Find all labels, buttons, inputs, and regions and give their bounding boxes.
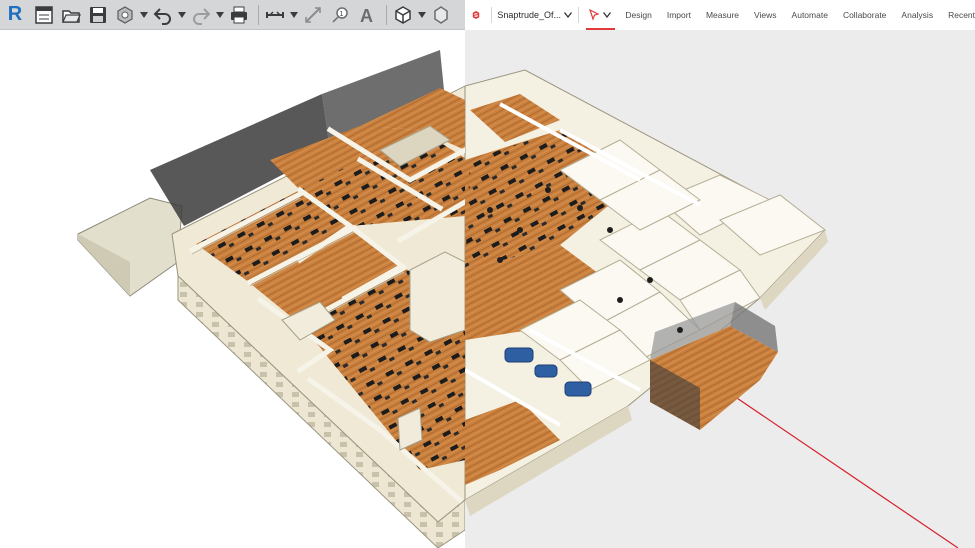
- print-icon[interactable]: [227, 3, 251, 27]
- menu-automate[interactable]: Automate: [792, 10, 828, 20]
- revit-quick-access-toolbar: R 1 A: [0, 0, 465, 30]
- sync-dropdown-icon[interactable]: [140, 3, 148, 27]
- section-box-icon[interactable]: [429, 3, 453, 27]
- select-tool-button[interactable]: [584, 0, 616, 30]
- snaptrude-logo-icon[interactable]: [472, 4, 480, 26]
- undo-dropdown-icon[interactable]: [178, 3, 186, 27]
- sync-icon[interactable]: [113, 3, 137, 27]
- measure-dropdown-icon[interactable]: [290, 3, 298, 27]
- revit-logo[interactable]: R: [4, 3, 26, 26]
- menu-analysis[interactable]: Analysis: [901, 10, 933, 20]
- chevron-down-icon: [603, 12, 612, 18]
- dimension-icon[interactable]: [301, 3, 325, 27]
- building-model-render[interactable]: [0, 30, 975, 548]
- toolbar-divider: [258, 4, 259, 25]
- redo-icon[interactable]: [189, 3, 213, 27]
- menu-recent[interactable]: Recent: [948, 10, 975, 20]
- menu-collaborate[interactable]: Collaborate: [843, 10, 886, 20]
- open-folder-icon[interactable]: [59, 3, 83, 27]
- snaptrude-top-bar: Snaptrude_Of... Design Import Measure Vi…: [465, 0, 975, 30]
- menu-design[interactable]: Design: [625, 10, 651, 20]
- project-name-dropdown[interactable]: Snaptrude_Of...: [497, 10, 572, 20]
- 3d-view-dropdown-icon[interactable]: [418, 3, 426, 27]
- project-name: Snaptrude_Of...: [497, 10, 561, 20]
- undo-icon[interactable]: [151, 3, 175, 27]
- svg-text:1: 1: [340, 11, 344, 18]
- text-icon[interactable]: A: [355, 3, 379, 27]
- tag-icon[interactable]: 1: [328, 3, 352, 27]
- menu-import[interactable]: Import: [667, 10, 691, 20]
- chevron-down-icon: [563, 12, 572, 18]
- 3d-view-icon[interactable]: [391, 3, 415, 27]
- 3d-viewport[interactable]: [0, 30, 975, 548]
- menu-views[interactable]: Views: [754, 10, 777, 20]
- menu-measure[interactable]: Measure: [706, 10, 739, 20]
- measure-icon[interactable]: [263, 3, 287, 27]
- save-icon[interactable]: [86, 3, 110, 27]
- cursor-icon: [589, 9, 600, 21]
- text-tool-glyph: A: [360, 6, 373, 25]
- redo-dropdown-icon[interactable]: [216, 3, 224, 27]
- toolbar-divider: [386, 4, 387, 25]
- properties-icon[interactable]: [32, 3, 56, 27]
